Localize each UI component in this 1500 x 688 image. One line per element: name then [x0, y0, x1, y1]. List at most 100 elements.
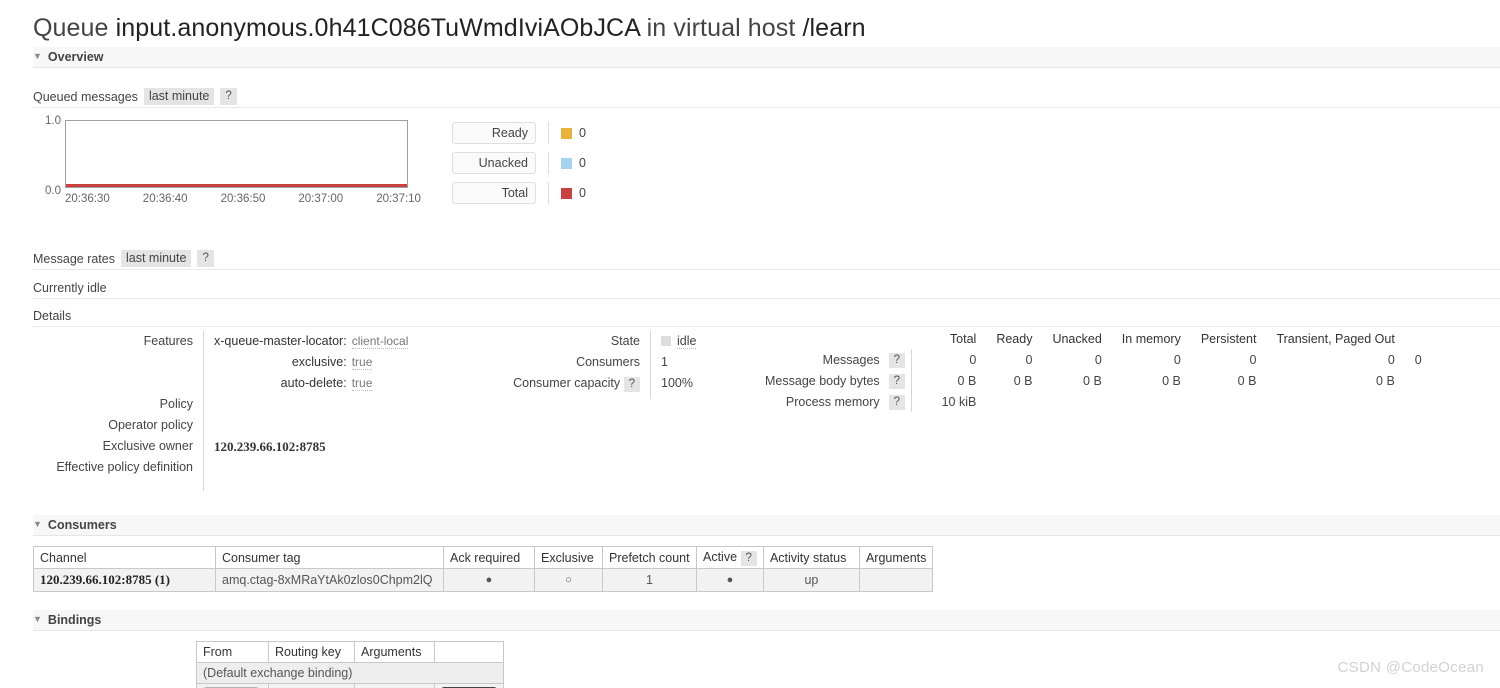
- details-left-values: x-queue-master-locator: exclusive: auto-…: [214, 331, 409, 491]
- stats-cell: 0 B: [1083, 373, 1102, 388]
- stats-col-ready: Ready: [996, 332, 1033, 346]
- cell-new-action: [434, 683, 504, 688]
- stats-cell: [1405, 391, 1432, 412]
- page-title-prefix: Queue: [33, 14, 109, 42]
- section-header-overview[interactable]: ▼ Overview: [33, 47, 1500, 68]
- table-row: Process memory ? 10 kiB: [755, 391, 1432, 412]
- consumers-table: Channel Consumer tag Ack required Exclus…: [33, 546, 934, 592]
- col-exclusive[interactable]: Exclusive: [534, 546, 603, 569]
- legend-row-unacked: Unacked 0: [452, 152, 586, 174]
- stats-cell: 0 B: [1162, 373, 1181, 388]
- feature-key-x-queue-master-locator: x-queue-master-locator:: [214, 334, 347, 348]
- col-routing-key[interactable]: Routing key: [268, 641, 355, 663]
- section-header-bindings[interactable]: ▼ Bindings: [33, 610, 1500, 631]
- features-table: x-queue-master-locator: exclusive: auto-…: [214, 331, 409, 394]
- col-consumer-tag[interactable]: Consumer tag: [215, 546, 444, 569]
- stats-cell: 0: [1094, 352, 1102, 367]
- page-title-middle: in virtual host: [646, 14, 796, 42]
- col-ack-required[interactable]: Ack required: [443, 546, 535, 569]
- legend-divider: [548, 182, 549, 204]
- consumers-header-row: Channel Consumer tag Ack required Exclus…: [33, 546, 934, 569]
- detail-label-consumer-capacity: Consumer capacity ?: [505, 373, 640, 394]
- chevron-down-icon: ▼: [33, 50, 42, 61]
- col-channel[interactable]: Channel: [33, 546, 216, 569]
- col-arguments[interactable]: Arguments: [354, 641, 435, 663]
- legend-button-unacked[interactable]: Unacked: [452, 152, 536, 174]
- detail-value-consumers: 1: [661, 355, 668, 369]
- detail-label-exclusive-owner: Exclusive owner: [102, 439, 193, 453]
- chart-x-tick: 20:36:30: [65, 193, 110, 205]
- stats-cell: 0: [1387, 352, 1395, 367]
- chart-x-tick: 20:37:10: [376, 193, 421, 205]
- details-middle-labels: State Consumers Consumer capacity ?: [505, 331, 640, 399]
- section-label-consumers: Consumers: [47, 518, 117, 532]
- message-rates-help-icon[interactable]: ?: [197, 250, 214, 267]
- col-from[interactable]: From: [196, 641, 269, 663]
- legend-value-total: 0: [579, 186, 586, 200]
- legend-row-total: Total 0: [452, 182, 586, 204]
- stats-cell: [986, 391, 1042, 412]
- stats-col-transient-paged-out: Transient, Paged Out: [1276, 332, 1395, 346]
- table-row: (Default exchange binding): [196, 662, 504, 684]
- messages-help-icon[interactable]: ?: [888, 353, 906, 368]
- queued-messages-header: Queued messages last minute ?: [33, 86, 1500, 108]
- col-actions[interactable]: [434, 641, 504, 663]
- stats-cell: 0 B: [1237, 373, 1257, 388]
- stats-cell: [1191, 391, 1267, 412]
- cell-ack-required: ●: [443, 568, 535, 592]
- process-memory-help-icon[interactable]: ?: [888, 395, 906, 410]
- message-rates-period-toggle[interactable]: last minute: [120, 250, 192, 267]
- message-body-bytes-help-icon[interactable]: ?: [888, 374, 906, 389]
- col-active[interactable]: Active ?: [696, 546, 764, 569]
- detail-label-effective-policy-definition: Effective policy definition: [56, 460, 193, 474]
- legend-divider: [548, 152, 549, 174]
- cell-channel[interactable]: 120.239.66.102:8785 (1): [33, 568, 216, 592]
- queued-messages-period-toggle[interactable]: last minute: [143, 88, 215, 105]
- message-rates-header: Message rates last minute ?: [33, 248, 1500, 270]
- stats-corner: [755, 331, 884, 349]
- chart-x-axis: 20:36:30 20:36:40 20:36:50 20:37:00 20:3…: [65, 193, 421, 209]
- stats-col-persistent: Persistent: [1200, 332, 1257, 346]
- col-activity-status[interactable]: Activity status: [762, 546, 860, 569]
- queue-detail-page: Queue input.anonymous.0h41C086TuWmdIviAO…: [0, 0, 1500, 688]
- features-values: client-local true true: [351, 331, 409, 394]
- details-left-divider: [203, 331, 204, 491]
- details-header: Details: [33, 305, 1500, 327]
- stats-cell: 0 B: [1013, 373, 1033, 388]
- detail-value-effective-policy-definition: [214, 457, 408, 478]
- cell-arguments: [858, 568, 934, 592]
- feature-key-exclusive: exclusive:: [291, 355, 347, 369]
- col-arguments[interactable]: Arguments: [858, 546, 934, 569]
- details-left-labels: Features Policy Operator policy Exclusiv…: [33, 331, 193, 491]
- stats-row-label-message-body-bytes: Message body bytes: [765, 373, 880, 388]
- chart-x-tick: 20:37:00: [298, 193, 344, 205]
- queued-messages-help-icon[interactable]: ?: [220, 88, 237, 105]
- details-label: Details: [33, 308, 72, 323]
- detail-label-operator-policy: Operator policy: [108, 418, 193, 432]
- stats-cell: 0 B: [957, 373, 977, 388]
- chevron-down-icon: ▼: [33, 613, 42, 624]
- stats-col-total: Total: [949, 332, 977, 346]
- stats-table: Total Ready Unacked In memory Persistent…: [755, 331, 1432, 412]
- stats-cell: 0: [1173, 352, 1181, 367]
- section-label-bindings: Bindings: [47, 613, 102, 627]
- chart-plot-area: [65, 120, 408, 188]
- legend-button-ready[interactable]: Ready: [452, 122, 536, 144]
- stats-corner-help: [884, 331, 912, 349]
- cell-active: ●: [696, 568, 764, 592]
- legend-button-total[interactable]: Total: [452, 182, 536, 204]
- cell-activity-status: up: [762, 568, 860, 592]
- chart-y-tick-min: 0.0: [45, 185, 61, 197]
- chart-legend: Ready 0 Unacked 0 Total 0: [452, 122, 586, 212]
- section-header-consumers[interactable]: ▼ Consumers: [33, 515, 1500, 536]
- messages-stats-table: Total Ready Unacked In memory Persistent…: [755, 331, 1432, 412]
- col-prefetch-count[interactable]: Prefetch count: [602, 546, 697, 569]
- stats-cell: 0: [1414, 352, 1422, 367]
- consumer-capacity-help-icon[interactable]: ?: [623, 377, 640, 392]
- active-help-icon[interactable]: ?: [740, 551, 757, 566]
- detail-value-consumer-capacity: 100%: [661, 376, 693, 390]
- chart-x-tick: 20:36:40: [142, 193, 188, 205]
- chevron-down-icon: ▼: [33, 518, 42, 529]
- watermark: CSDN @CodeOcean: [1337, 659, 1484, 676]
- chart-x-tick: 20:36:50: [220, 193, 266, 205]
